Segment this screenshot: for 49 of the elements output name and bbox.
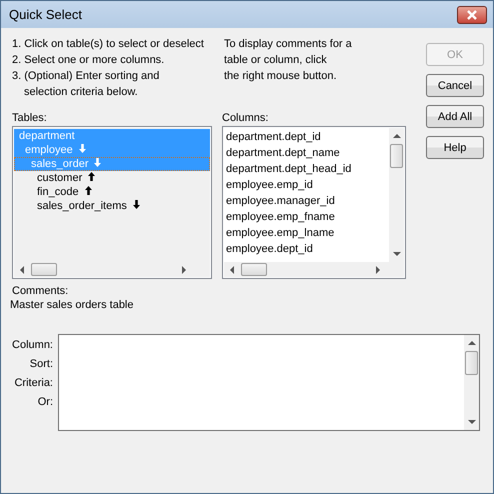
scroll-down-icon[interactable] (392, 252, 400, 257)
scroll-left-icon[interactable] (19, 266, 25, 274)
vertical-scrollbar[interactable] (389, 128, 404, 262)
scroll-thumb[interactable] (241, 263, 267, 276)
hint-text: table or column, click (224, 53, 328, 68)
comments-text: Master sales orders table (10, 298, 134, 312)
column-item[interactable]: department.dept_head_id (224, 161, 389, 177)
dialog-button[interactable]: Help (426, 136, 484, 159)
comments-label: Comments: (12, 285, 70, 298)
column-item[interactable]: employee.dept_id (224, 241, 389, 257)
scroll-thumb[interactable] (390, 144, 403, 168)
window-title: Quick Select (9, 7, 83, 22)
tree-item[interactable]: customer (14, 171, 210, 185)
scroll-down-icon[interactable] (468, 420, 476, 425)
scroll-right-icon[interactable] (375, 266, 381, 274)
instruction-text: selection criteria below. (23, 85, 139, 100)
instruction-text: 3. (Optional) Enter sorting and (12, 69, 160, 84)
row-label: Column: (12, 338, 53, 353)
instruction-text: 1. Click on table(s) to select or deselect (12, 37, 205, 52)
column-item[interactable]: employee.manager_id (224, 193, 389, 209)
scroll-thumb[interactable] (465, 351, 478, 375)
horizontal-scrollbar[interactable] (224, 262, 404, 277)
column-item[interactable]: department.dept_name (224, 145, 389, 161)
hint-text: To display comments for a (224, 37, 352, 52)
instruction-text: 2. Select one or more columns. (12, 53, 166, 68)
scroll-right-icon[interactable] (181, 266, 187, 274)
row-label: Criteria: (14, 376, 53, 391)
criteria-grid[interactable] (58, 334, 480, 431)
column-item[interactable]: employee.emp_id (224, 177, 389, 193)
column-item[interactable]: employee.emp_fname (224, 209, 389, 225)
scroll-thumb[interactable] (31, 263, 57, 276)
dialog-button[interactable]: Cancel (426, 74, 484, 97)
column-item[interactable]: department.dept_id (224, 129, 389, 145)
columns-label: Columns: (222, 111, 270, 126)
vertical-scrollbar[interactable] (464, 335, 479, 430)
scroll-up-icon[interactable] (468, 340, 476, 345)
tree-item[interactable]: fin_code (14, 185, 210, 199)
down-arrow-icon (132, 200, 140, 208)
hint-text: the right mouse button. (224, 69, 338, 84)
scroll-up-icon[interactable] (392, 133, 400, 138)
close-button[interactable] (457, 6, 487, 24)
scroll-left-icon[interactable] (229, 266, 235, 274)
tree-item[interactable]: sales_order_items (14, 199, 210, 213)
close-icon (466, 10, 478, 20)
row-label: Sort: (30, 357, 53, 372)
column-item[interactable]: employee.emp_lname (224, 225, 389, 241)
tables-label: Tables: (12, 111, 48, 126)
dialog-button[interactable]: Add All (426, 105, 484, 128)
row-label: Or: (38, 395, 53, 410)
